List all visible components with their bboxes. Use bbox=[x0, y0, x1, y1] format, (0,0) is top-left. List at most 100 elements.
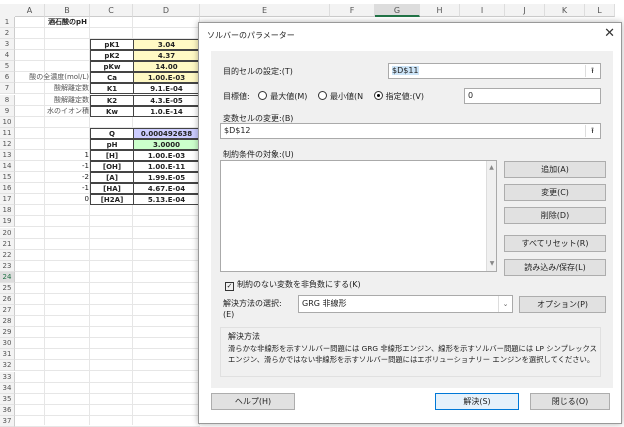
row-header[interactable]: 8 bbox=[0, 94, 15, 106]
delete-button[interactable]: 削除(D) bbox=[504, 207, 606, 224]
column-header[interactable]: F bbox=[330, 4, 375, 17]
row-header[interactable]: 28 bbox=[0, 316, 15, 328]
param-value[interactable]: 14.00 bbox=[133, 61, 200, 73]
param-value[interactable]: 4.37 bbox=[133, 50, 200, 62]
close-button[interactable]: 閉じる(O) bbox=[530, 393, 610, 410]
result-value[interactable]: 3.0000 bbox=[133, 138, 200, 150]
scrollbar[interactable]: ▲ ▼ bbox=[486, 161, 496, 271]
changing-cells-input[interactable]: $D$12 ⭱ bbox=[220, 123, 601, 139]
change-button[interactable]: 変更(C) bbox=[504, 184, 606, 201]
row-header[interactable]: 34 bbox=[0, 382, 15, 394]
options-button[interactable]: オプション(P) bbox=[519, 296, 606, 313]
row-header[interactable]: 37 bbox=[0, 415, 15, 427]
column-header[interactable]: B bbox=[45, 4, 90, 17]
row-header[interactable]: 2 bbox=[0, 28, 15, 40]
row-header[interactable]: 32 bbox=[0, 360, 15, 372]
column-header[interactable]: A bbox=[15, 4, 45, 17]
column-header[interactable]: G bbox=[375, 4, 420, 17]
add-button[interactable]: 追加(A) bbox=[504, 161, 606, 178]
close-icon[interactable]: ✕ bbox=[604, 26, 615, 41]
row-header[interactable]: 36 bbox=[0, 404, 15, 416]
range-select-icon[interactable]: ⭱ bbox=[585, 65, 599, 77]
checkbox-checked-icon[interactable]: ✓ bbox=[225, 282, 234, 291]
value-of-input[interactable]: 0 bbox=[464, 88, 601, 104]
param-name: pKw bbox=[90, 61, 134, 73]
row-header[interactable]: 14 bbox=[0, 161, 15, 173]
param-value[interactable]: 9.1.E-04 bbox=[133, 83, 200, 95]
result-value[interactable]: 1.99.E-05 bbox=[133, 172, 200, 184]
reset-all-button[interactable]: すべてリセット(R) bbox=[504, 235, 606, 252]
result-value[interactable]: 0.000492638 bbox=[133, 127, 200, 139]
gridline bbox=[15, 414, 200, 416]
row-header[interactable]: 20 bbox=[0, 227, 15, 239]
param-name: K2 bbox=[90, 94, 134, 106]
result-name: pH bbox=[90, 138, 134, 150]
row-header[interactable]: 16 bbox=[0, 183, 15, 195]
row-header[interactable]: 24 bbox=[0, 271, 15, 283]
row-header[interactable]: 25 bbox=[0, 282, 15, 294]
row-header[interactable]: 3 bbox=[0, 39, 15, 51]
select-all-corner[interactable] bbox=[0, 4, 15, 17]
row-header[interactable]: 22 bbox=[0, 249, 15, 261]
row-header[interactable]: 17 bbox=[0, 194, 15, 206]
row-header[interactable]: 27 bbox=[0, 305, 15, 317]
result-name: [HA] bbox=[90, 183, 134, 195]
param-value[interactable]: 1.00.E-03 bbox=[133, 72, 200, 84]
result-value[interactable]: 1.00.E-03 bbox=[133, 149, 200, 161]
column-header[interactable]: D bbox=[133, 4, 200, 17]
help-button[interactable]: ヘルプ(H) bbox=[211, 393, 295, 410]
result-value[interactable]: 4.67.E-04 bbox=[133, 183, 200, 195]
row-header[interactable]: 31 bbox=[0, 349, 15, 361]
constraints-label: 制約条件の対象:(U) bbox=[223, 150, 294, 159]
gridline bbox=[15, 248, 200, 250]
row-header[interactable]: 33 bbox=[0, 371, 15, 383]
row-header[interactable]: 18 bbox=[0, 205, 15, 217]
row-header[interactable]: 23 bbox=[0, 260, 15, 272]
objective-input[interactable]: $D$11 ⭱ bbox=[388, 63, 601, 79]
row-header[interactable]: 7 bbox=[0, 83, 15, 95]
row-header[interactable]: 21 bbox=[0, 238, 15, 250]
result-name: [A] bbox=[90, 172, 134, 184]
row-header[interactable]: 5 bbox=[0, 61, 15, 73]
param-value[interactable]: 1.0.E-14 bbox=[133, 105, 200, 117]
row-header[interactable]: 13 bbox=[0, 149, 15, 161]
row-header[interactable]: 19 bbox=[0, 216, 15, 228]
result-value[interactable]: 1.00.E-11 bbox=[133, 161, 200, 173]
param-value[interactable]: 3.04 bbox=[133, 39, 200, 51]
nonneg-checkbox[interactable]: ✓ 制約のない変数を非負数にする(K) bbox=[225, 279, 361, 291]
row-header[interactable]: 4 bbox=[0, 50, 15, 62]
max-radio[interactable]: 最大値(M) bbox=[258, 91, 307, 101]
column-header[interactable]: L bbox=[585, 4, 615, 17]
value-of-radio[interactable]: 指定値:(V) bbox=[373, 91, 424, 101]
min-radio[interactable]: 最小値(N bbox=[317, 91, 363, 101]
row-header[interactable]: 35 bbox=[0, 393, 15, 405]
row-header[interactable]: 6 bbox=[0, 72, 15, 84]
solve-button[interactable]: 解決(S) bbox=[435, 393, 519, 410]
column-header[interactable]: E bbox=[200, 4, 330, 17]
row-header[interactable]: 26 bbox=[0, 294, 15, 305]
result-value[interactable]: 5.13.E-04 bbox=[133, 194, 200, 206]
column-header[interactable]: H bbox=[420, 4, 460, 17]
row-header[interactable]: 1 bbox=[0, 17, 15, 28]
row-header[interactable]: 30 bbox=[0, 338, 15, 350]
constraints-list[interactable]: ▲ ▼ bbox=[220, 160, 497, 272]
row-header[interactable]: 10 bbox=[0, 116, 15, 128]
column-header[interactable]: C bbox=[90, 4, 133, 17]
chevron-down-icon[interactable]: ⌄ bbox=[498, 296, 512, 312]
column-header[interactable]: I bbox=[460, 4, 505, 17]
row-header[interactable]: 11 bbox=[0, 127, 15, 139]
column-header[interactable]: K bbox=[545, 4, 585, 17]
range-select-icon[interactable]: ⭱ bbox=[585, 125, 599, 137]
result-name: Q bbox=[90, 127, 134, 139]
param-value[interactable]: 4.3.E-05 bbox=[133, 94, 200, 106]
result-name: [H] bbox=[90, 149, 134, 161]
row-header[interactable]: 29 bbox=[0, 327, 15, 339]
column-header[interactable]: J bbox=[505, 4, 545, 17]
load-save-button[interactable]: 読み込み/保存(L) bbox=[504, 259, 606, 276]
row-header[interactable]: 15 bbox=[0, 172, 15, 184]
method-select[interactable]: GRG 非線形 ⌄ bbox=[298, 295, 513, 313]
gridline bbox=[15, 392, 200, 394]
row-label: 水のイオン積 bbox=[47, 106, 89, 115]
row-header[interactable]: 9 bbox=[0, 105, 15, 117]
row-header[interactable]: 12 bbox=[0, 138, 15, 150]
